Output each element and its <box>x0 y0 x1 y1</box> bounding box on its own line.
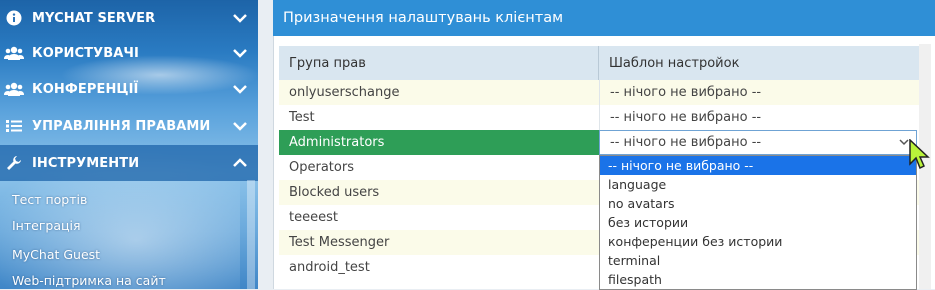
column-header-template[interactable]: Шаблон настройок <box>599 46 919 80</box>
dropdown-option[interactable]: terminal <box>600 251 916 270</box>
grid-header: Група прав Шаблон настройок <box>279 46 919 80</box>
menu-users[interactable]: КОРИСТУВАЧІ <box>0 35 258 71</box>
dropdown-option[interactable]: filespath <box>600 270 916 289</box>
template-select[interactable]: -- нічого не вибрано -- <box>599 130 917 155</box>
chevron-down-icon[interactable] <box>230 48 250 58</box>
menu-label: ІНСТРУМЕНТИ <box>32 155 140 171</box>
menu-tools[interactable]: ІНСТРУМЕНТИ <box>0 145 258 181</box>
wrench-icon <box>4 153 24 173</box>
menu-mychat-server[interactable]: MYCHAT SERVER <box>0 0 258 36</box>
mouse-cursor-icon <box>909 138 931 175</box>
dropdown-option[interactable]: -- нічого не вибрано -- <box>600 156 916 175</box>
template-value[interactable]: -- нічого не вибрано -- <box>599 105 919 130</box>
submenu-web-support[interactable]: Web-підтримка на сайт <box>12 273 166 288</box>
table-row[interactable]: onlyuserschange -- нічого не вибрано -- <box>279 80 919 105</box>
menu-label: MYCHAT SERVER <box>32 10 156 26</box>
panel-body: Група прав Шаблон настройок onlyuserscha… <box>273 36 935 290</box>
info-icon <box>4 8 24 28</box>
panel-title: Призначення налаштувань клієнтам <box>273 0 935 36</box>
table-row[interactable]: Test -- нічого не вибрано -- <box>279 105 919 130</box>
template-dropdown[interactable]: -- нічого не вибрано -- language no avat… <box>599 155 917 290</box>
sidebar: MYCHAT SERVER КОРИСТУВАЧІ КОНФЕРЕНЦІЇ УП… <box>0 0 258 289</box>
group-name: android_test <box>289 260 370 275</box>
sidebar-scrollbar[interactable] <box>247 180 255 289</box>
users-icon <box>4 43 24 63</box>
chevron-down-icon[interactable] <box>230 84 250 94</box>
template-select-value: -- нічого не вибрано -- <box>610 135 762 150</box>
submenu-mychat-guest[interactable]: MyChat Guest <box>12 247 100 262</box>
chevron-down-icon[interactable] <box>230 13 250 23</box>
menu-conferences[interactable]: КОНФЕРЕНЦІЇ <box>0 71 258 107</box>
menu-label: КОРИСТУВАЧІ <box>32 45 139 61</box>
group-name: Administrators <box>279 130 599 155</box>
group-name: Test Messenger <box>289 235 390 250</box>
chevron-up-icon[interactable] <box>230 158 250 168</box>
submenu-integration[interactable]: Інтеграція <box>12 218 81 233</box>
menu-label: КОНФЕРЕНЦІЇ <box>32 81 139 97</box>
group-name: onlyuserschange <box>289 85 400 100</box>
group-name: Blocked users <box>289 185 380 200</box>
dropdown-option[interactable]: без истории <box>600 213 916 232</box>
list-icon <box>4 116 24 136</box>
dropdown-option[interactable]: no avatars <box>600 194 916 213</box>
column-header-group[interactable]: Група прав <box>279 46 599 80</box>
group-name: Test <box>289 110 315 125</box>
group-name: Operators <box>289 160 354 175</box>
menu-label: УПРАВЛІННЯ ПРАВАМИ <box>32 118 211 134</box>
dropdown-option[interactable]: language <box>600 175 916 194</box>
main-content: Призначення налаштувань клієнтам Група п… <box>258 0 935 290</box>
submenu-port-test[interactable]: Тест портів <box>12 192 87 207</box>
conference-icon <box>4 79 24 99</box>
table-row-selected[interactable]: Administrators -- нічого не вибрано -- -… <box>279 130 919 290</box>
chevron-down-icon[interactable] <box>230 121 250 131</box>
group-name: teeeest <box>289 210 338 225</box>
menu-rights-management[interactable]: УПРАВЛІННЯ ПРАВАМИ <box>0 108 258 144</box>
dropdown-option[interactable]: конференции без истории <box>600 232 916 251</box>
template-value[interactable]: -- нічого не вибрано -- <box>599 80 919 105</box>
